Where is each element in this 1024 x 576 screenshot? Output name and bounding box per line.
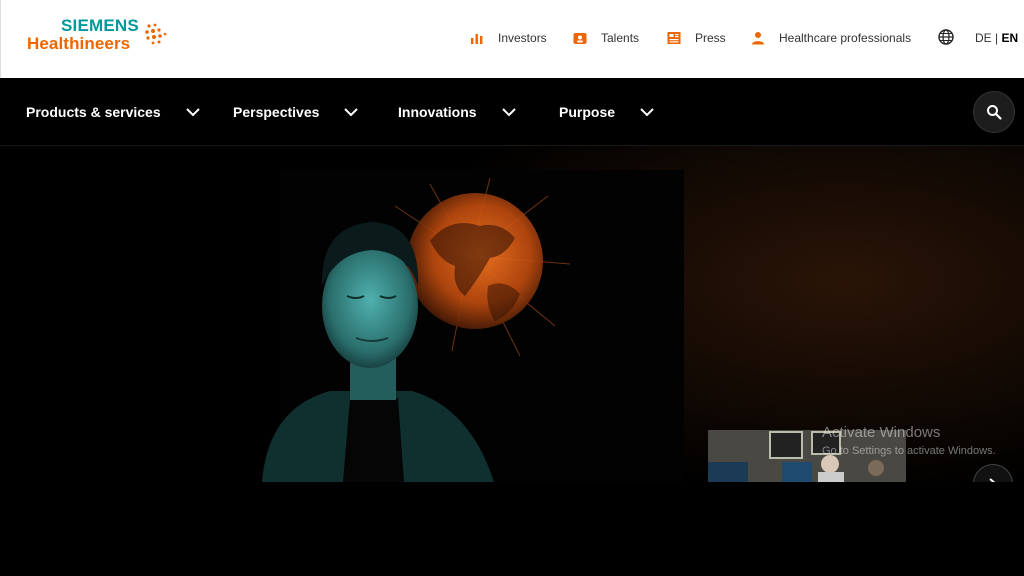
chevron-down-icon <box>501 108 516 117</box>
siemens-healthineers-logo[interactable]: SIEMENS Healthineers <box>27 16 167 56</box>
windows-activation-title: Activate Windows <box>822 424 941 441</box>
utility-label: Press <box>695 31 726 45</box>
utility-link-press[interactable]: Press <box>667 28 726 48</box>
top-utility-bar: SIEMENS Healthineers Investors Talents P… <box>0 0 1024 78</box>
language-switcher: DE | EN <box>975 31 1018 45</box>
globe-icon[interactable] <box>938 29 954 45</box>
logo-dots-icon <box>145 23 167 45</box>
logo-line-1: SIEMENS <box>61 16 139 35</box>
nav-label: Innovations <box>398 104 477 120</box>
search-icon <box>987 105 1002 120</box>
nav-perspectives[interactable]: Perspectives <box>233 102 359 122</box>
person-icon <box>752 32 764 45</box>
utility-link-healthcare-professionals[interactable]: Healthcare professionals <box>751 28 911 48</box>
language-separator: | <box>995 31 999 45</box>
nav-products-services[interactable]: Products & services <box>26 102 201 122</box>
chevron-down-icon <box>185 108 200 117</box>
utility-link-investors[interactable]: Investors <box>470 28 547 48</box>
badge-icon <box>573 33 587 44</box>
nav-label: Products & services <box>26 104 161 120</box>
news-icon <box>667 32 681 44</box>
page: SIEMENS Healthineers Investors Talents P… <box>0 0 1024 482</box>
utility-label: Investors <box>498 31 547 45</box>
chevron-down-icon <box>344 108 359 117</box>
utility-label: Healthcare professionals <box>779 31 912 45</box>
hero-banner: Activate Windows Go to Settings to activ… <box>0 146 1024 482</box>
language-en[interactable]: EN <box>1001 31 1018 45</box>
nav-purpose[interactable]: Purpose <box>559 102 655 122</box>
search-button[interactable] <box>973 91 1015 133</box>
utility-link-talents[interactable]: Talents <box>573 28 639 48</box>
logo-line-2: Healthineers <box>27 34 131 53</box>
windows-activation-subtitle: Go to Settings to activate Windows. <box>822 445 996 457</box>
bar-chart-icon <box>471 34 483 44</box>
chevron-down-icon <box>640 108 654 117</box>
utility-label: Talents <box>601 31 640 45</box>
person-shirt <box>343 398 404 482</box>
nav-label: Purpose <box>559 104 616 120</box>
chevron-right-icon <box>989 478 996 482</box>
nav-label: Perspectives <box>233 104 320 120</box>
language-de[interactable]: DE <box>975 31 992 45</box>
nav-innovations[interactable]: Innovations <box>398 102 517 122</box>
main-navigation: Products & services Perspectives Innovat… <box>0 78 1024 146</box>
